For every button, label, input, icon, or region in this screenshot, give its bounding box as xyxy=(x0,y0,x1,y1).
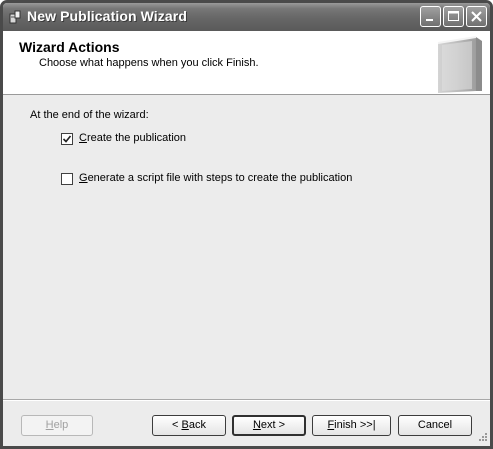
footer-divider xyxy=(3,399,490,401)
minimize-icon xyxy=(426,19,433,21)
accel-g: G xyxy=(79,172,88,184)
create-publication-checkbox[interactable] xyxy=(61,133,73,145)
create-publication-text: reate the publication xyxy=(86,132,187,144)
close-icon xyxy=(471,11,482,22)
back-label: ack xyxy=(188,419,206,431)
window-title: New Publication Wizard xyxy=(27,8,187,24)
help-label: elp xyxy=(53,419,69,431)
wizard-app-icon[interactable] xyxy=(8,9,24,25)
help-button[interactable]: Help xyxy=(21,415,93,436)
wizard-content: At the end of the wizard: Create the pub… xyxy=(3,95,490,395)
prompt-label: At the end of the wizard: xyxy=(30,109,149,121)
title-bar[interactable]: New Publication Wizard xyxy=(3,3,490,31)
check-icon xyxy=(62,135,72,143)
generate-script-checkbox[interactable] xyxy=(61,173,73,185)
resize-grip-icon[interactable] xyxy=(476,432,488,444)
generate-script-text: enerate a script file with steps to crea… xyxy=(87,172,353,184)
cancel-button[interactable]: Cancel xyxy=(398,415,472,436)
page-title: Wizard Actions xyxy=(19,39,120,55)
generate-script-label[interactable]: Generate a script file with steps to cre… xyxy=(79,172,352,184)
close-button[interactable] xyxy=(466,6,487,27)
create-publication-label[interactable]: Create the publication xyxy=(79,132,186,144)
book-icon xyxy=(437,36,482,93)
page-subtitle: Choose what happens when you click Finis… xyxy=(39,57,259,69)
finish-label: inish >>| xyxy=(334,419,376,431)
cancel-label: Cancel xyxy=(417,419,453,431)
back-button[interactable]: < Back xyxy=(152,415,226,436)
next-button[interactable]: Next > xyxy=(232,415,306,436)
minimize-button[interactable] xyxy=(420,6,441,27)
next-accel: N xyxy=(252,419,261,431)
finish-button[interactable]: Finish >>| xyxy=(312,415,391,436)
maximize-icon xyxy=(448,11,459,21)
help-accel: H xyxy=(45,419,54,431)
wizard-window: New Publication Wizard Wizard Actions Ch… xyxy=(0,0,493,449)
wizard-header: Wizard Actions Choose what happens when … xyxy=(3,31,490,95)
back-prefix: < xyxy=(172,419,182,431)
back-accel: B xyxy=(181,419,189,431)
maximize-button[interactable] xyxy=(443,6,464,27)
next-label: ext > xyxy=(260,419,286,431)
accel-c: C xyxy=(79,132,87,144)
